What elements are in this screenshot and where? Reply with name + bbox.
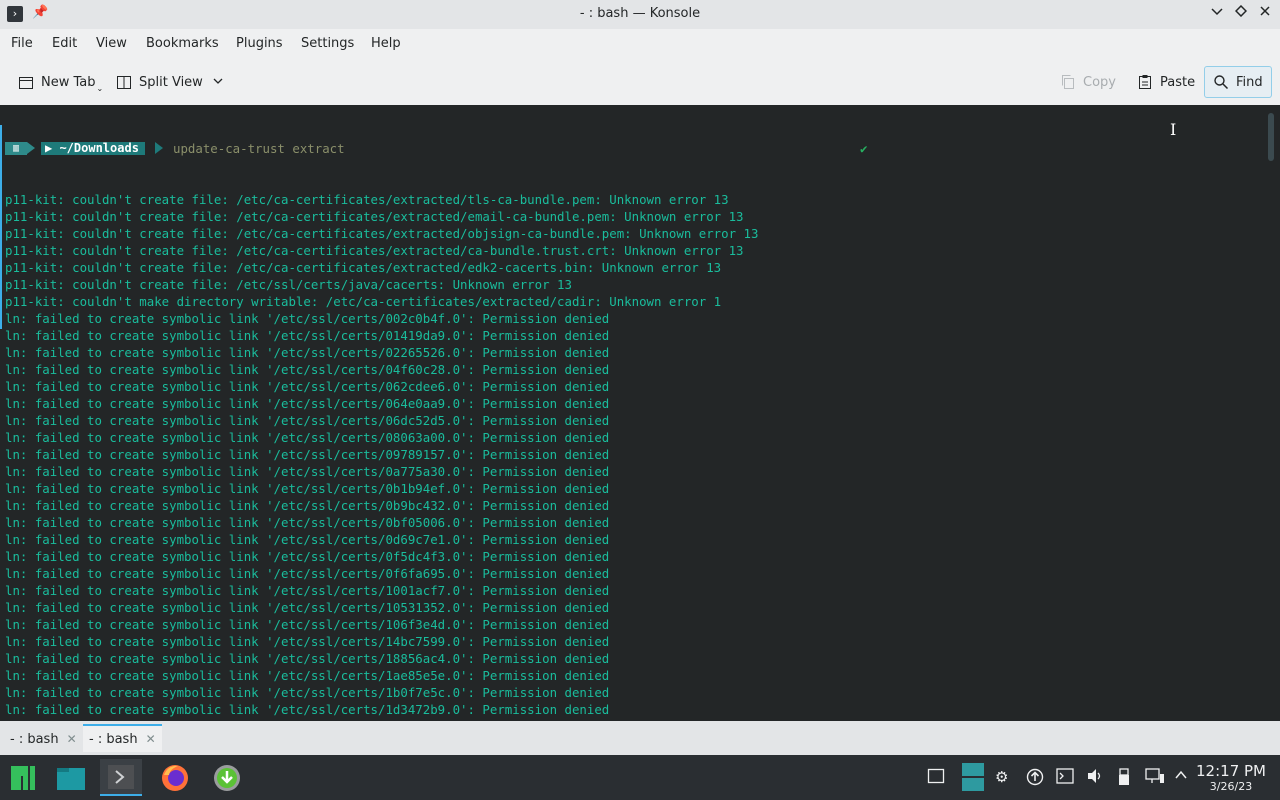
usb-icon[interactable] [1117,768,1131,790]
tab-bash-2[interactable]: - : bash ✕ [83,724,162,752]
clock-time: 12:17 PM [1196,762,1266,780]
terminal-output-line: ln: failed to create symbolic link '/etc… [5,668,610,683]
tab-label: - : bash [10,731,59,747]
terminal-output-line: ln: failed to create symbolic link '/etc… [5,498,610,513]
paste-icon [1137,74,1153,90]
new-tab-label: New Tab [41,74,96,90]
tab-bash-1[interactable]: - : bash ✕ [4,726,83,752]
desktop-icon[interactable] [927,768,945,788]
output-lines: p11-kit: couldn't create file: /etc/ca-c… [5,191,758,721]
find-label: Find [1236,74,1263,90]
terminal-output-line: ln: failed to create symbolic link '/etc… [5,651,610,666]
terminal-output-line: p11-kit: couldn't create file: /etc/ssl/… [5,277,572,292]
find-button[interactable]: Find [1204,66,1272,98]
split-view-button[interactable]: Split View [116,67,223,97]
chevron-up-icon[interactable] [1174,768,1188,786]
terminal-output-line: ln: failed to create symbolic link '/etc… [5,447,610,462]
file-manager-icon[interactable] [50,759,92,796]
terminal-output-line: ln: failed to create symbolic link '/etc… [5,617,610,632]
kde-connect-icon[interactable]: ⚙ [995,768,1008,786]
terminal-output-line: ln: failed to create symbolic link '/etc… [5,634,610,649]
minimize-icon[interactable] [1208,5,1226,23]
search-icon [1213,74,1229,90]
application-launcher-icon[interactable] [2,759,44,796]
terminal-output-line: ln: failed to create symbolic link '/etc… [5,600,610,615]
tab-bar: - : bash ✕ - : bash ✕ [0,721,1280,755]
close-tab-icon[interactable]: ✕ [67,732,77,746]
menu-file[interactable]: File [11,36,33,51]
pager-icon[interactable] [962,763,984,795]
copy-button[interactable]: Copy [1060,67,1116,97]
toolbar: New Tab ⌄ Split View Copy Paste Find [0,59,1280,105]
menu-edit[interactable]: Edit [52,36,77,51]
prompt-path: ▶ ~/Downloads [41,142,145,155]
success-check-icon: ✔ [860,141,868,156]
tab-label: - : bash [89,731,138,747]
prompt-path-text: ~/Downloads [59,141,139,155]
menu-settings[interactable]: Settings [301,36,354,51]
software-update-icon[interactable] [206,759,248,796]
menu-bar: File Edit View Bookmarks Plugins Setting… [0,29,1280,59]
terminal-tray-icon[interactable] [1056,768,1074,788]
text-cursor-icon: I [1170,120,1177,139]
split-view-icon [116,74,132,90]
terminal-output: ▥ ▶ ~/Downloads update-ca-trust extract … [5,106,867,721]
dropdown-icon: ⌄ [96,83,104,93]
close-icon[interactable] [1256,5,1274,23]
terminal-output-line: ln: failed to create symbolic link '/etc… [5,532,610,547]
update-icon[interactable] [1026,768,1044,790]
taskbar: ⚙ 12:17 PM 3/26/23 [0,755,1280,800]
close-tab-icon[interactable]: ✕ [146,732,156,746]
manjaro-icon: ▥ [5,142,27,155]
terminal-output-line: ln: failed to create symbolic link '/etc… [5,549,610,564]
konsole-taskbar-icon[interactable] [100,759,142,796]
selection-marker [0,125,2,329]
scrollbar[interactable] [1268,113,1274,161]
terminal-output-line: ln: failed to create symbolic link '/etc… [5,702,610,717]
terminal-output-line: ln: failed to create symbolic link '/etc… [5,396,610,411]
paste-label: Paste [1160,74,1196,90]
terminal-output-line: ln: failed to create symbolic link '/etc… [5,328,610,343]
clock-date: 3/26/23 [1209,780,1253,793]
terminal-output-line: p11-kit: couldn't make directory writabl… [5,294,722,309]
terminal-output-line: p11-kit: couldn't create file: /etc/ca-c… [5,260,722,275]
terminal-output-line: p11-kit: couldn't create file: /etc/ca-c… [5,192,729,207]
terminal-output-line: ln: failed to create symbolic link '/etc… [5,345,610,360]
terminal-output-line: ln: failed to create symbolic link '/etc… [5,515,610,530]
terminal-output-line: ln: failed to create symbolic link '/etc… [5,362,610,377]
terminal-output-line: ln: failed to create symbolic link '/etc… [5,430,610,445]
terminal-output-line: ln: failed to create symbolic link '/etc… [5,583,610,598]
prompt-line: ▥ ▶ ~/Downloads update-ca-trust extract … [5,140,867,157]
terminal-output-line: ln: failed to create symbolic link '/etc… [5,379,610,394]
terminal-output-line: ln: failed to create symbolic link '/etc… [5,566,610,581]
terminal-view[interactable]: ▥ ▶ ~/Downloads update-ca-trust extract … [0,105,1280,721]
command-text: update-ca-trust extract [173,141,345,156]
window-title: - : bash — Konsole [579,6,701,21]
terminal-output-line: p11-kit: couldn't create file: /etc/ca-c… [5,243,744,258]
paste-button[interactable]: Paste [1137,67,1195,97]
maximize-icon[interactable] [1232,4,1250,23]
menu-help[interactable]: Help [371,36,401,51]
terminal-output-line: p11-kit: couldn't create file: /etc/ca-c… [5,209,744,224]
menu-bookmarks[interactable]: Bookmarks [146,36,219,51]
title-bar: › 📌 - : bash — Konsole [0,0,1280,29]
new-tab-button[interactable]: New Tab ⌄ [18,67,103,97]
terminal-output-line: ln: failed to create symbolic link '/etc… [5,685,610,700]
terminal-output-line: p11-kit: couldn't create file: /etc/ca-c… [5,226,759,241]
menu-view[interactable]: View [96,36,127,51]
firefox-icon[interactable] [154,759,196,796]
new-tab-icon [18,74,34,90]
menu-plugins[interactable]: Plugins [236,36,283,51]
chevron-down-icon [213,75,223,90]
copy-label: Copy [1083,74,1116,90]
network-icon[interactable] [1145,768,1165,788]
terminal-output-line: ln: failed to create symbolic link '/etc… [5,413,610,428]
split-view-label: Split View [139,74,203,90]
terminal-output-line: ln: failed to create symbolic link '/etc… [5,311,610,326]
clock[interactable]: 12:17 PM 3/26/23 [1196,762,1266,793]
copy-icon [1060,74,1076,90]
terminal-output-line: ln: failed to create symbolic link '/etc… [5,481,610,496]
terminal-output-line: ln: failed to create symbolic link '/etc… [5,464,610,479]
volume-icon[interactable] [1086,768,1104,788]
